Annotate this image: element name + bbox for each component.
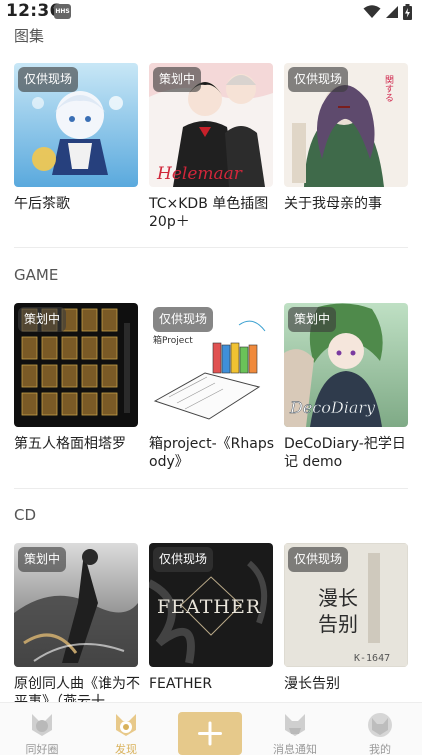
work-card[interactable]: DecoDiary 策划中 DeCoDiary-祀学日记 demo — [284, 303, 408, 473]
nav-item-notifications[interactable]: 消息通知 — [253, 703, 337, 755]
artwork-text: 箱Project — [153, 334, 193, 346]
notification-badge-icon: HHS — [54, 4, 71, 19]
section-divider — [14, 488, 408, 489]
status-bar: 12:36 HHS — [0, 0, 422, 24]
section-title: GAME — [14, 266, 59, 284]
status-tag: 仅供现场 — [153, 547, 214, 572]
artwork-text: 関する — [383, 75, 394, 102]
nav-label: 发现 — [115, 743, 137, 755]
bottom-nav: 同好圈 发现 消息通知 我的 — [0, 702, 422, 755]
work-card[interactable]: 漫长 告别 K-1647 仅供现场 漫长告别 — [284, 543, 408, 702]
work-title: 午后茶歌 — [14, 196, 70, 212]
discover-feed[interactable]: 图集 仅供现场 午后茶歌 Helemaar 策划中 TC×KDB 单色插图20p… — [0, 0, 422, 702]
section-cd: CD 策划中 原创同人曲《谁为不平事》（燕云十 FEATHER 仅供现场 FEA… — [0, 490, 422, 702]
artwork-text: K-1647 — [354, 653, 390, 664]
artwork-text: 漫长 — [318, 586, 358, 610]
artwork-text: Helemaar — [156, 164, 243, 184]
status-tag: 仅供现场 — [288, 547, 349, 572]
fox-icon — [32, 714, 52, 736]
work-title: 箱project-《Rhapsody》 — [149, 436, 275, 470]
nav-label: 同好圈 — [25, 743, 59, 755]
section-title: 图集 — [14, 27, 45, 45]
work-card[interactable]: 箱Project 仅供现场 箱project-《Rhapsody》 — [149, 303, 275, 473]
work-card[interactable]: 策划中 第五人格面相塔罗 — [14, 303, 138, 473]
work-title: TC×KDB 单色插图20p＋ — [149, 196, 269, 230]
section-divider — [14, 247, 408, 248]
fox-icon — [285, 714, 305, 736]
nav-item-circle[interactable]: 同好圈 — [0, 703, 84, 755]
status-icons — [363, 3, 412, 21]
artwork-text: 告别 — [318, 612, 358, 636]
status-tag: 策划中 — [288, 307, 337, 332]
section-game: GAME 策划中 第五人格面相塔罗 箱Project 仅供现场 箱project… — [0, 250, 422, 490]
work-card[interactable]: 関する 仅供现场 关于我母亲的事 — [284, 63, 408, 233]
work-title: 原创同人曲《谁为不平事》（燕云十 — [14, 676, 140, 702]
fox-face-icon — [368, 713, 392, 737]
nav-label: 消息通知 — [273, 743, 317, 755]
wifi-icon — [363, 5, 381, 18]
work-card[interactable]: Helemaar 策划中 TC×KDB 单色插图20p＋ — [149, 63, 273, 233]
work-title: 关于我母亲的事 — [284, 196, 382, 212]
status-tag: 仅供现场 — [153, 307, 214, 332]
signal-icon — [386, 6, 398, 18]
status-tag: 仅供现场 — [18, 67, 79, 92]
work-title: 第五人格面相塔罗 — [14, 436, 126, 452]
work-card[interactable]: FEATHER 仅供现场 FEATHER — [149, 543, 273, 702]
fox-icon — [116, 714, 136, 736]
nav-label: 我的 — [369, 743, 391, 755]
plus-icon — [198, 721, 222, 746]
work-title: 漫长告别 — [284, 676, 340, 692]
status-tag: 策划中 — [18, 307, 67, 332]
work-title: FEATHER — [149, 676, 213, 692]
nav-item-discover[interactable]: 发现 — [84, 703, 168, 755]
work-title: DeCoDiary-祀学日记 demo — [284, 436, 406, 470]
nav-item-profile[interactable]: 我的 — [338, 703, 422, 755]
status-tag: 策划中 — [153, 67, 202, 92]
status-tag: 仅供现场 — [288, 67, 349, 92]
work-card[interactable]: 策划中 原创同人曲《谁为不平事》（燕云十 — [14, 543, 140, 702]
battery-icon — [403, 4, 412, 20]
artwork-text: DecoDiary — [289, 398, 376, 417]
artwork-text: FEATHER — [157, 596, 261, 618]
section-illustration: 图集 仅供现场 午后茶歌 Helemaar 策划中 TC×KDB 单色插图20p… — [0, 0, 422, 250]
publish-button[interactable] — [178, 712, 242, 755]
section-title: CD — [14, 506, 37, 524]
status-tag: 策划中 — [18, 547, 67, 572]
work-card[interactable]: 仅供现场 午后茶歌 — [14, 63, 138, 233]
